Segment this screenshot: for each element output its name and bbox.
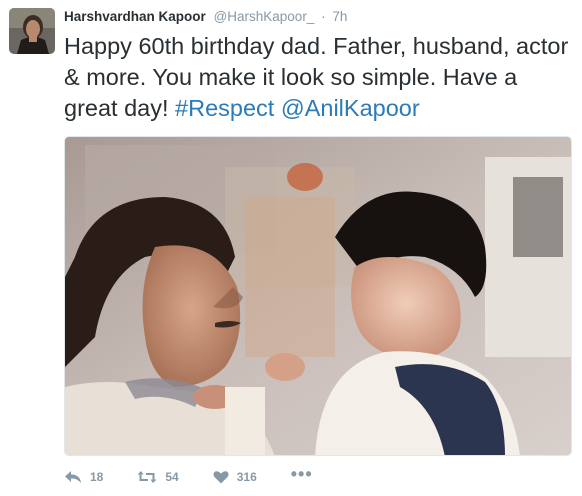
avatar-image <box>9 8 55 54</box>
photo-father-and-son <box>65 137 571 455</box>
heart-icon <box>213 471 229 484</box>
avatar[interactable] <box>9 8 55 54</box>
like-count: 316 <box>236 470 257 484</box>
author-name[interactable]: Harshvardhan Kapoor <box>64 9 206 24</box>
timestamp[interactable]: 7h <box>332 9 347 24</box>
more-icon: ••• <box>290 464 313 484</box>
retweet-icon <box>137 471 157 483</box>
tweet-photo[interactable] <box>64 136 572 456</box>
like-button[interactable]: 316 <box>213 470 257 484</box>
more-options-button[interactable]: ••• <box>290 464 313 484</box>
mention-link[interactable]: @AnilKapoor <box>281 95 420 121</box>
retweet-count: 54 <box>165 470 179 484</box>
separator: · <box>321 9 326 24</box>
author-username[interactable]: @HarshKapoor_ <box>214 9 315 24</box>
hashtag-link[interactable]: #Respect <box>175 95 274 121</box>
tweet-text: Happy 60th birthday dad. Father, husband… <box>64 31 574 124</box>
tweet-actions: 18 54 316 ••• <box>64 464 347 488</box>
retweet-button[interactable]: 54 <box>137 470 179 484</box>
reply-icon <box>65 471 81 483</box>
reply-count: 18 <box>90 470 104 484</box>
reply-button[interactable]: 18 <box>64 470 103 484</box>
tweet-header: Harshvardhan Kapoor @HarshKapoor_ · 7h <box>64 8 572 30</box>
